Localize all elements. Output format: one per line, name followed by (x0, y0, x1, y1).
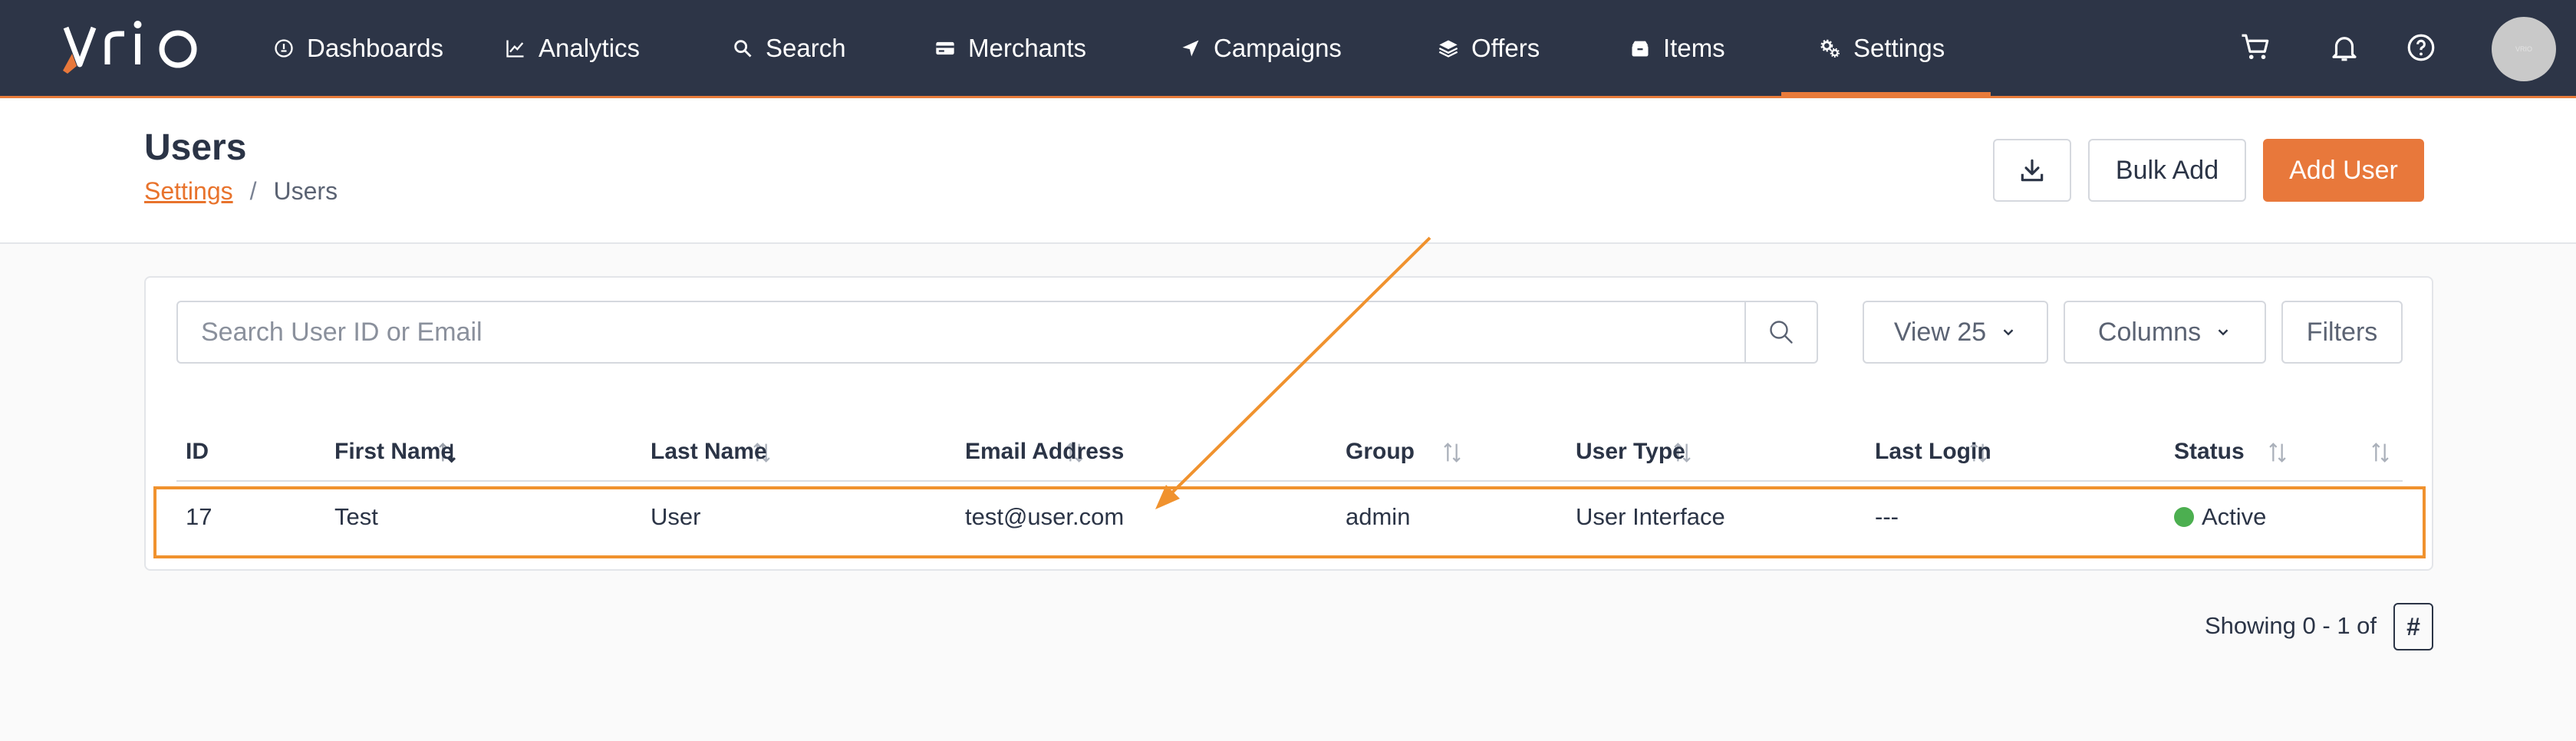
column-header-group[interactable]: Group (1346, 439, 1415, 465)
sort-icon[interactable] (2265, 439, 2291, 466)
cell-id: 17 (186, 503, 212, 530)
breadcrumb-settings-link[interactable]: Settings (144, 177, 233, 206)
add-user-button[interactable]: Add User (2263, 139, 2424, 202)
nav-item-search[interactable]: Search (732, 0, 846, 96)
search-box (176, 301, 1818, 364)
view-per-page-label: View 25 (1893, 317, 1987, 347)
nav-label: Search (766, 33, 846, 62)
column-header-first-name[interactable]: First Name (334, 439, 453, 465)
nav-item-items[interactable]: Items (1629, 0, 1725, 96)
view-per-page-select[interactable]: View 25 (1863, 301, 2048, 364)
column-header-last-name[interactable]: Last Name (651, 439, 767, 465)
column-header-last-login[interactable]: Last Login (1875, 439, 1991, 465)
status-active-dot (2174, 507, 2194, 527)
avatar-text: VRIO (2515, 45, 2532, 53)
nav-item-analytics[interactable]: Analytics (505, 0, 640, 96)
users-table-card: View 25 Columns Filters ID First Name La… (144, 276, 2433, 571)
dashboard-icon (275, 38, 293, 58)
columns-select[interactable]: Columns (2064, 301, 2266, 364)
nav-item-settings[interactable]: Settings (1780, 0, 1991, 96)
download-icon (2021, 159, 2044, 182)
nav-item-dashboards[interactable]: Dashboards (273, 0, 443, 96)
table-header: ID First Name Last Name Email Address Gr… (176, 428, 2403, 482)
search-button[interactable] (1744, 302, 1817, 362)
nav-item-offers[interactable]: Offers (1438, 0, 1540, 96)
cell-last-name: User (651, 503, 701, 530)
top-navigation: vrio Dashboards Analytics Search Merchan… (0, 0, 2576, 98)
cart-icon (2242, 34, 2269, 60)
columns-label: Columns (2097, 317, 2202, 347)
total-count: # (2393, 603, 2433, 650)
chevron-down-icon (2218, 329, 2228, 336)
breadcrumb: Settings / Users (144, 177, 338, 206)
credit-card-icon (936, 41, 954, 54)
nav-label: Offers (1471, 33, 1540, 62)
notifications-button[interactable] (2323, 26, 2366, 69)
nav-label: Merchants (968, 33, 1087, 62)
analytics-icon (506, 40, 524, 58)
search-icon (734, 39, 752, 57)
breadcrumb-separator: / (249, 177, 257, 205)
nav-item-merchants[interactable]: Merchants (934, 0, 1086, 96)
nav-label: Campaigns (1214, 33, 1342, 62)
page-title: Users (144, 127, 247, 168)
showing-count: Showing 0 - 1 of (2205, 612, 2377, 639)
cell-first-name: Test (334, 503, 378, 530)
column-header-email[interactable]: Email Address (965, 439, 1124, 465)
bulk-add-button[interactable]: Bulk Add (2088, 139, 2246, 202)
gears-icon (1820, 39, 1840, 58)
help-icon (2407, 34, 2435, 61)
help-button[interactable] (2400, 26, 2443, 69)
cell-last-login: --- (1875, 503, 1899, 530)
nav-label: Dashboards (307, 33, 443, 62)
column-header-id[interactable]: ID (186, 439, 209, 465)
page-header: Users Settings / Users Bulk Add Add User (0, 100, 2576, 244)
column-header-status[interactable]: Status (2174, 439, 2245, 465)
bell-icon (2332, 37, 2357, 61)
cell-group: admin (1346, 503, 1411, 530)
table-row[interactable]: 17 Test User test@user.com admin User In… (153, 486, 2426, 558)
column-header-user-type[interactable]: User Type (1576, 439, 1685, 465)
cell-user-type: User Interface (1576, 503, 1725, 530)
search-icon (1770, 321, 1793, 344)
search-input[interactable] (178, 302, 1744, 362)
vrio-logo[interactable]: vrio (61, 17, 212, 78)
box-icon (1632, 41, 1649, 56)
svg-text:vrio: vrio (61, 17, 63, 18)
breadcrumb-current: Users (273, 177, 338, 205)
navigation-arrow-icon (1182, 40, 1199, 56)
sort-icon[interactable] (2367, 439, 2393, 466)
sort-icon[interactable] (1439, 439, 1465, 466)
nav-item-campaigns[interactable]: Campaigns (1180, 0, 1342, 96)
status-label: Active (2202, 503, 2267, 530)
nav-label: Items (1663, 33, 1725, 62)
chevron-down-icon (2003, 329, 2014, 336)
avatar[interactable]: VRIO (2492, 17, 2556, 81)
cell-email: test@user.com (965, 503, 1125, 530)
nav-label: Settings (1853, 33, 1945, 62)
nav-label: Analytics (539, 33, 641, 62)
filters-button[interactable]: Filters (2281, 301, 2403, 364)
download-button[interactable] (1993, 139, 2071, 202)
cart-button[interactable] (2234, 26, 2277, 69)
cell-status: Active (2174, 503, 2266, 531)
layers-icon (1438, 40, 1458, 58)
